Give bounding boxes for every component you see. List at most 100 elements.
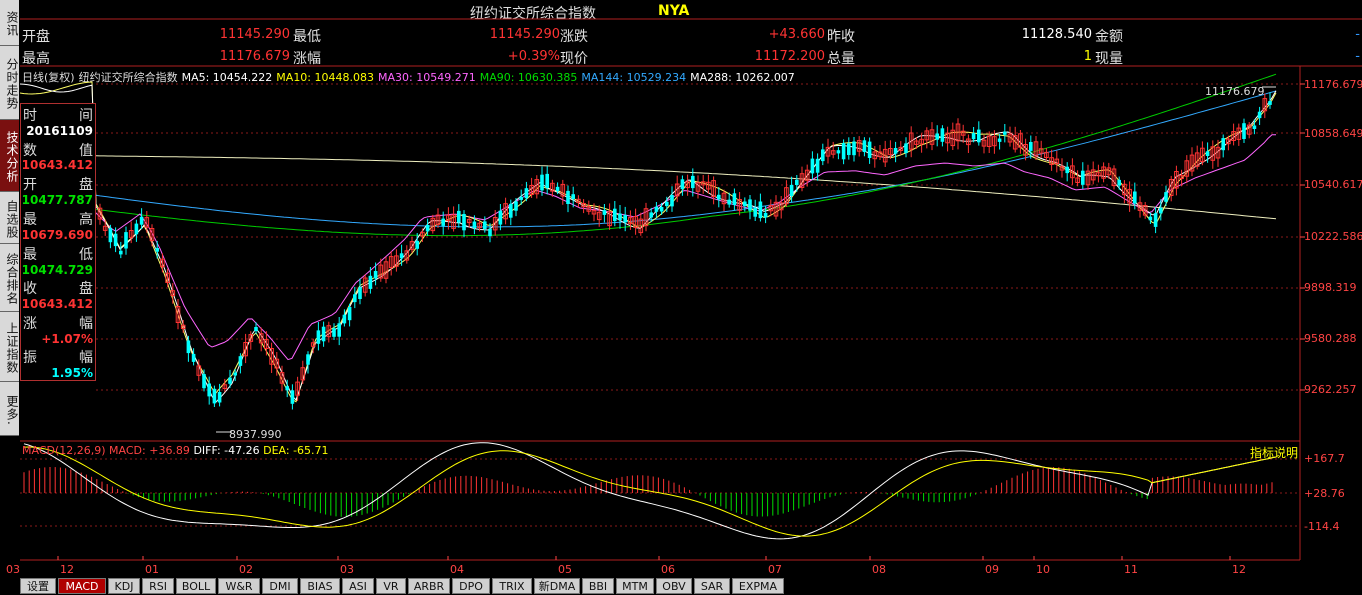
candle-down — [836, 150, 841, 154]
candle-down — [1117, 179, 1121, 186]
candle-down — [202, 374, 206, 389]
y-tick-label: 9262.257 — [1304, 383, 1357, 396]
tab-bias[interactable]: BIAS — [300, 578, 340, 594]
candle-down — [316, 330, 321, 344]
candle-down — [613, 208, 617, 222]
candle-down — [665, 201, 669, 207]
candle-down — [795, 179, 799, 185]
indicator-help-link[interactable]: 指标说明 — [1250, 444, 1298, 461]
info-high-value: 10679.690 — [21, 228, 93, 242]
candle-down — [290, 390, 295, 404]
candle-down — [654, 206, 659, 212]
candle-down — [119, 250, 123, 255]
y-tick-label: 11176.679 — [1304, 78, 1362, 91]
candle-down — [139, 216, 144, 225]
candle-down — [207, 383, 211, 397]
indicator-tab-bar: 设置 MACD KDJ RSI BOLL W&R DMI BIAS ASI VR… — [20, 578, 1362, 595]
y-tick-label: 9580.288 — [1304, 332, 1357, 345]
tab-trix[interactable]: TRIX — [492, 578, 532, 594]
candle-down — [1081, 170, 1085, 185]
tab-settings[interactable]: 设置 — [20, 578, 56, 594]
info-time-value: 20161109 — [26, 124, 93, 138]
tab-wr[interactable]: W&R — [218, 578, 260, 594]
candle-down — [732, 193, 737, 205]
candle-down — [555, 186, 560, 192]
candle-down — [1252, 125, 1257, 129]
candle-down — [524, 188, 529, 199]
tab-obv[interactable]: OBV — [656, 578, 692, 594]
candle-down — [763, 212, 768, 218]
candle-down — [841, 143, 846, 160]
candle-down — [134, 223, 139, 235]
candle-down — [441, 218, 445, 226]
candle-down — [1029, 142, 1033, 151]
info-low-value: 10474.729 — [21, 263, 93, 277]
candle-down — [753, 208, 757, 217]
candle-down — [810, 158, 815, 174]
candle-down — [821, 149, 825, 162]
x-tick-label: 10 — [1036, 563, 1050, 576]
candle-down — [332, 328, 336, 337]
tab-bbi[interactable]: BBI — [582, 578, 614, 594]
x-tick-label: 03 — [6, 563, 20, 576]
macd-value: MACD: +36.89 — [109, 444, 190, 457]
candle-down — [373, 271, 378, 279]
candle-down — [353, 294, 357, 303]
tab-rsi[interactable]: RSI — [142, 578, 174, 594]
y-tick-label: 10222.586 — [1304, 230, 1362, 243]
ma10-line — [19, 81, 1277, 403]
candle-down — [124, 232, 128, 249]
tab-expma[interactable]: EXPMA — [732, 578, 784, 594]
tab-asi[interactable]: ASI — [342, 578, 374, 594]
tab-mtm[interactable]: MTM — [616, 578, 654, 594]
tab-vr[interactable]: VR — [376, 578, 406, 594]
candle-down — [748, 199, 752, 211]
max-price-annotation: 11176.679 — [1205, 85, 1265, 98]
candle-down — [867, 141, 872, 158]
candle-down — [758, 201, 763, 219]
y-tick-label: 10540.617 — [1304, 178, 1362, 191]
tab-dmi[interactable]: DMI — [262, 578, 298, 594]
candle-down — [488, 228, 492, 237]
candle-down — [602, 210, 607, 215]
tab-new-dma[interactable]: 新DMA — [534, 578, 580, 594]
candle-down — [727, 199, 731, 205]
tab-kdj[interactable]: KDJ — [108, 578, 140, 594]
ma5-line — [19, 83, 1277, 403]
bar-info-panel: 时间 20161109 数值 10643.412 开盘 10477.787 最高… — [20, 103, 96, 381]
x-tick-label: 05 — [558, 563, 572, 576]
candles — [97, 86, 1276, 433]
tab-arbr[interactable]: ARBR — [408, 578, 450, 594]
candle-down — [1133, 191, 1137, 204]
min-price-annotation: 8937.990 — [229, 428, 282, 441]
candle-down — [862, 140, 867, 152]
candle-down — [415, 240, 419, 249]
candle-down — [462, 214, 466, 231]
candle-down — [1003, 131, 1007, 135]
info-amp-value: 1.95% — [51, 366, 93, 380]
candle-down — [649, 212, 653, 218]
candle-down — [566, 190, 570, 204]
tab-boll[interactable]: BOLL — [176, 578, 216, 594]
candle-down — [483, 221, 487, 229]
macd-tick-label: +167.7 — [1304, 452, 1345, 465]
candle-down — [545, 173, 549, 188]
candle-down — [1257, 111, 1262, 119]
candle-down — [1065, 166, 1069, 174]
x-tick-label: 08 — [872, 563, 886, 576]
candle-down — [1205, 151, 1210, 156]
candle-down — [717, 194, 721, 200]
tab-dpo[interactable]: DPO — [452, 578, 490, 594]
candle-down — [1221, 138, 1225, 151]
candle-down — [337, 323, 341, 337]
candle-down — [540, 174, 544, 191]
tab-sar[interactable]: SAR — [694, 578, 730, 594]
kline-chart[interactable] — [0, 0, 1362, 578]
info-open-value: 10477.787 — [21, 193, 93, 207]
x-tick-label: 06 — [661, 563, 675, 576]
candle-down — [342, 314, 347, 324]
macd-legend: MACD(12,26,9) MACD: +36.89 DIFF: -47.26 … — [22, 444, 329, 457]
x-tick-label: 03 — [340, 563, 354, 576]
candle-down — [498, 210, 503, 225]
tab-macd[interactable]: MACD — [58, 578, 106, 594]
